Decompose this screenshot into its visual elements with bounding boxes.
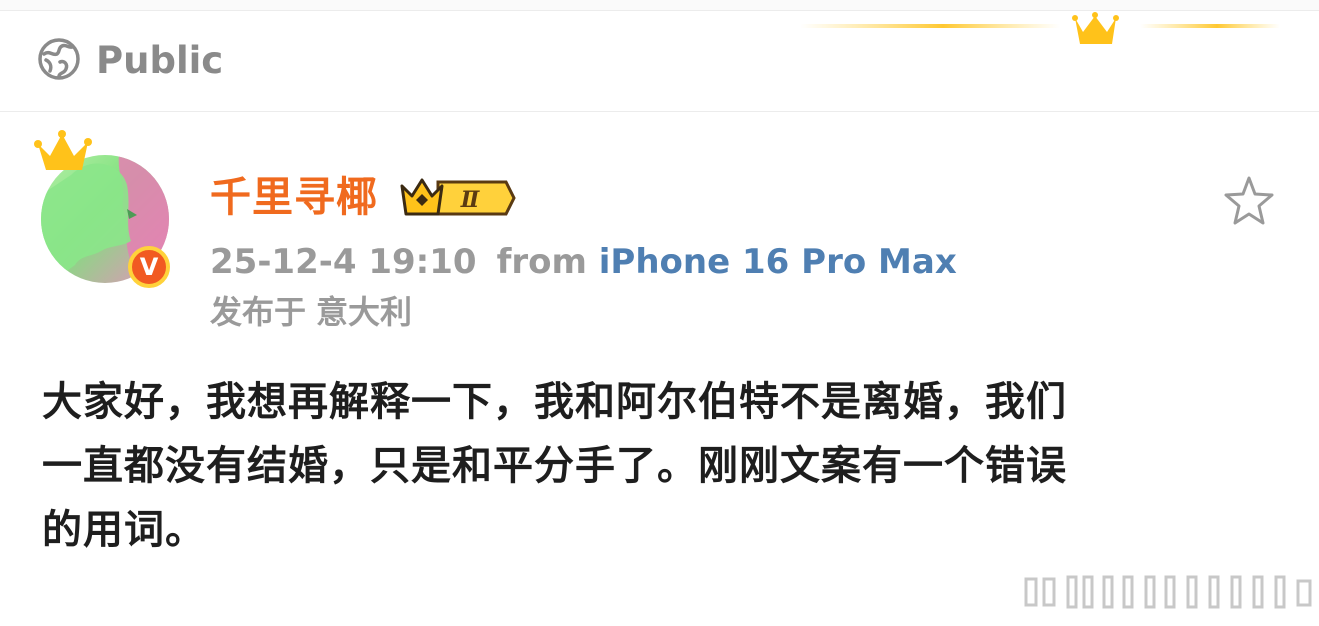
post-line: 大家好，我想再解释一下，我和阿尔伯特不是离婚，我们 (42, 379, 1067, 425)
location-prefix: 发布于 (210, 293, 307, 331)
from-label: from (496, 242, 587, 282)
globe-icon (38, 38, 80, 80)
location-name: 意大利 (316, 293, 413, 331)
vip-level-badge[interactable]: Ⅱ (398, 176, 516, 220)
post-meta: 25-12-4 19:10 from iPhone 16 Pro Max (210, 240, 957, 284)
post-time: 25-12-4 19:10 (210, 242, 477, 282)
post-line: 的用词。 (42, 507, 206, 553)
crown-streak-decoration (800, 12, 1280, 44)
watermark-decoration (1024, 575, 1312, 609)
avatar-crown-icon (34, 130, 92, 170)
verified-badge: V (128, 246, 170, 288)
vip-level-text: Ⅱ (460, 187, 481, 213)
username[interactable]: 千里寻椰 (210, 172, 378, 222)
visibility-label: Public (96, 39, 224, 82)
star-outline-icon[interactable] (1222, 174, 1276, 228)
post-line: 一直都没有结婚，只是和平分手了。刚刚文案有一个错误 (42, 443, 1067, 489)
post-body: 大家好，我想再解释一下，我和阿尔伯特不是离婚，我们 一直都没有结婚，只是和平分手… (42, 370, 1252, 562)
post-location: 发布于 意大利 (210, 290, 412, 334)
device-link[interactable]: iPhone 16 Pro Max (599, 242, 957, 282)
